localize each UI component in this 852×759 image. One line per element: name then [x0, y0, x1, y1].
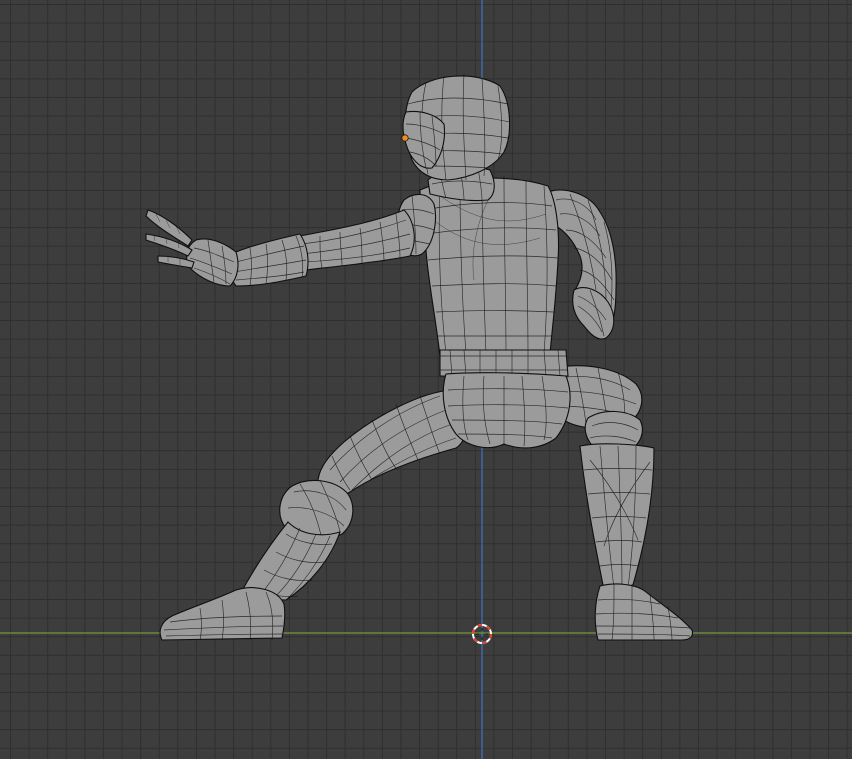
- character-mesh[interactable]: [145, 73, 694, 641]
- 3d-viewport[interactable]: [0, 0, 852, 759]
- right-leg-mesh[interactable]: [551, 365, 694, 641]
- viewport-scene[interactable]: [0, 0, 852, 759]
- head-mesh[interactable]: [402, 73, 511, 202]
- left-arm-mesh[interactable]: [145, 193, 437, 287]
- left-leg-mesh[interactable]: [159, 389, 468, 641]
- object-origin-icon: [401, 134, 409, 142]
